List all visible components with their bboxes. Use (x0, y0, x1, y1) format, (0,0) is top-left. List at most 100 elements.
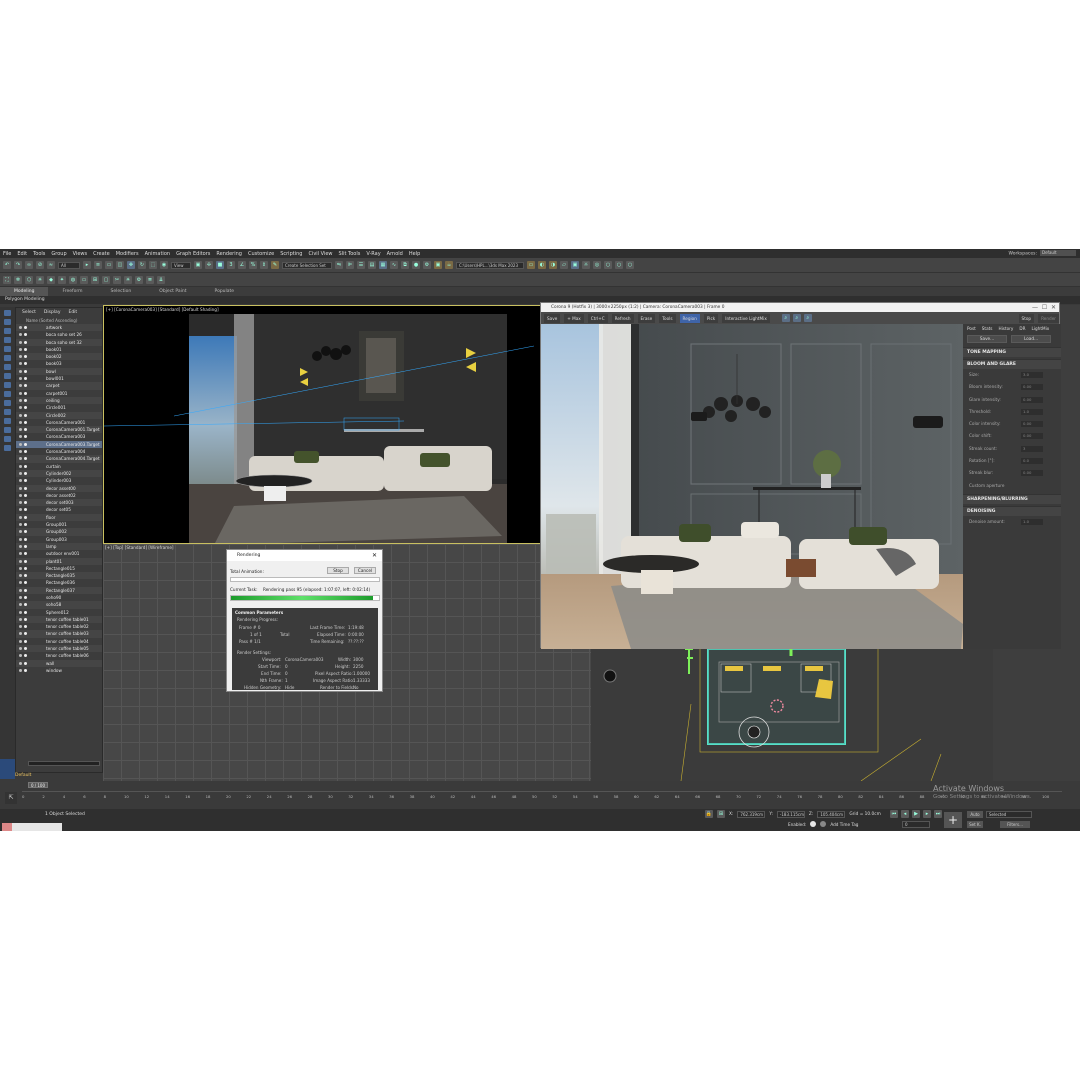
visibility-eye-icon[interactable] (19, 340, 22, 344)
filter-shapes-icon[interactable] (4, 319, 11, 325)
corona-light-icon[interactable]: ☼ (582, 261, 590, 269)
scene-object-row[interactable]: tenor coffee table02 (16, 623, 102, 630)
scene-object-row[interactable]: CoronaCamera004.Target (16, 455, 102, 463)
menu-graph-editors[interactable]: Graph Editors (176, 251, 210, 257)
menu-customize[interactable]: Customize (248, 251, 274, 257)
keyboard-override-icon[interactable]: ■ (216, 261, 224, 269)
filter-lights-icon[interactable] (4, 328, 11, 334)
scene-object-row[interactable]: carpet (16, 382, 102, 390)
vfb-tab-dr[interactable]: DR (1019, 326, 1025, 331)
scene-object-row[interactable]: Group001 (16, 521, 102, 528)
scene-object-row[interactable]: CoronaCamera003 (16, 433, 102, 440)
filter-groups-icon[interactable] (4, 364, 11, 370)
rendering-stop-button[interactable]: Stop (327, 567, 349, 574)
bloom-param[interactable]: Size: 3.0 (963, 369, 1061, 381)
menu-file[interactable]: File (3, 251, 11, 257)
corona-vfb-icon[interactable]: ▣ (571, 261, 579, 269)
select-by-name-icon[interactable]: ≡ (94, 261, 102, 269)
menu-v-ray[interactable]: V-Ray (366, 251, 380, 257)
top-viewport-label[interactable]: [+] [Top] [Standard] [Wireframe] (105, 545, 174, 550)
y-field[interactable]: -183.115cm (776, 810, 805, 818)
filter-all-icon[interactable] (4, 418, 11, 424)
bloom-param-field[interactable]: 0.00 (1021, 433, 1043, 440)
scene-object-row[interactable]: Group002 (16, 528, 102, 536)
lock-selection-icon[interactable]: 🔒 (705, 810, 713, 818)
visibility-eye-icon[interactable] (19, 603, 22, 607)
menu-modifiers[interactable]: Modifiers (116, 251, 139, 257)
project-folder-field[interactable]: C:\Users\HPL...\3ds Max 2023 (456, 261, 524, 269)
named-selection-set-dropdown[interactable]: Create Selection Set (282, 261, 332, 269)
mirror-icon[interactable]: ⇋ (335, 261, 343, 269)
vray-sun-icon[interactable]: ☀ (124, 275, 132, 284)
menu-animation[interactable]: Animation (145, 251, 171, 257)
scene-object-row[interactable]: decor asset02 (16, 492, 102, 499)
scene-object-row[interactable]: CoronaCamera004 (16, 448, 102, 455)
scene-explorer-menu-display[interactable]: Display (44, 310, 61, 315)
vray-sphere-icon[interactable]: ◍ (69, 275, 77, 284)
vray-fur-icon[interactable]: ✦ (58, 275, 66, 284)
vfb-pick-button[interactable]: Pick (703, 313, 719, 323)
visibility-eye-icon[interactable] (19, 508, 22, 512)
vray-decal-icon[interactable]: ▢ (102, 275, 110, 284)
layer-explorer-toggle[interactable] (0, 759, 15, 779)
key-filter-dropdown[interactable]: Selected (986, 811, 1032, 818)
ribbon-tab-populate[interactable]: Populate (201, 287, 249, 296)
bloom-param[interactable]: Threshold: 1.0 (963, 406, 1061, 418)
filter-geometry-icon[interactable] (4, 310, 11, 316)
scene-object-row[interactable]: decor asset00 (16, 484, 102, 492)
scene-object-row[interactable]: decor set05 (16, 506, 102, 513)
filter-display-icon[interactable] (4, 445, 11, 451)
scene-object-row[interactable]: tenor coffee table06 (16, 652, 102, 659)
set-key-button[interactable]: Set K. (967, 821, 983, 828)
scene-object-row[interactable]: Cylinder003 (16, 477, 102, 484)
vray-render-icon[interactable]: ○ (604, 261, 612, 269)
scene-object-row[interactable]: window (16, 667, 102, 674)
goto-end-icon[interactable]: ⏭ (934, 810, 942, 818)
vfb--max-button[interactable]: + Max (564, 313, 584, 323)
curve-editor-icon[interactable]: ∿ (390, 261, 398, 269)
select-object-icon[interactable]: ▸ (83, 261, 91, 269)
select-manipulate-icon[interactable]: ✢ (205, 261, 213, 269)
bloom-param-field[interactable]: 0.00 (1021, 384, 1043, 391)
render-setup-icon[interactable]: ⚙ (423, 261, 431, 269)
vfb-load-preset-button[interactable]: Load... (1011, 335, 1051, 343)
visibility-eye-icon[interactable] (19, 428, 22, 432)
vray-light-icon[interactable]: ☀ (36, 275, 44, 284)
scene-object-row[interactable]: lamp (16, 542, 102, 551)
rendering-cancel-button[interactable]: Cancel (354, 567, 376, 574)
scene-object-row[interactable]: CoronaCamera001.Target (16, 426, 102, 434)
scene-object-row[interactable]: Sphere012 (16, 609, 102, 616)
rendered-image[interactable] (541, 324, 963, 649)
bloom-param-field[interactable]: 1.0 (1021, 408, 1043, 415)
filter-xrefs-icon[interactable] (4, 373, 11, 379)
visibility-eye-icon[interactable] (19, 544, 22, 548)
key-filters-button[interactable]: Filters... (1000, 821, 1030, 828)
bloom-param-field[interactable]: 3.0 (1021, 372, 1043, 378)
visibility-eye-icon[interactable] (19, 566, 22, 570)
previous-frame-icon[interactable]: ◂ (901, 810, 909, 818)
visibility-eye-icon[interactable] (19, 515, 22, 519)
auto-key-button[interactable]: Auto (967, 811, 983, 818)
open-project-icon[interactable]: ▭ (527, 261, 535, 269)
scene-object-row[interactable]: Rectangle015 (16, 565, 102, 572)
scene-object-row[interactable]: decor set003 (16, 499, 102, 507)
reference-coordinate-dropdown[interactable]: View (171, 261, 191, 269)
vfb-tab-stats[interactable]: Stats (982, 326, 993, 331)
scene-explorer-menu-edit[interactable]: Edit (68, 310, 77, 315)
absolute-mode-icon[interactable]: ⊞ (717, 810, 725, 818)
vray-proxy-icon[interactable]: ◆ (47, 275, 55, 284)
maxscript-icon[interactable] (2, 823, 12, 831)
filter-none-icon[interactable] (4, 427, 11, 433)
scene-object-row[interactable]: plant01 (16, 557, 102, 565)
visibility-eye-icon[interactable] (19, 654, 22, 658)
vray-clipper-icon[interactable]: ✂ (113, 275, 121, 284)
corona-camera-icon[interactable]: ◎ (593, 261, 601, 269)
toggle-layer-explorer-icon[interactable]: ▤ (368, 261, 376, 269)
menu-help[interactable]: Help (409, 251, 420, 257)
visibility-eye-icon[interactable] (19, 559, 22, 563)
sharpening-section[interactable]: SHARPENING/BLURRING (963, 493, 1061, 504)
camera-viewport[interactable]: [+] [CoronaCamera003] [Standard] [Defaul… (103, 305, 541, 544)
enabled-toggle[interactable] (810, 821, 817, 827)
ribbon-tab-freeform[interactable]: Freeform (48, 287, 96, 296)
scene-object-row[interactable]: soho58 (16, 601, 102, 609)
